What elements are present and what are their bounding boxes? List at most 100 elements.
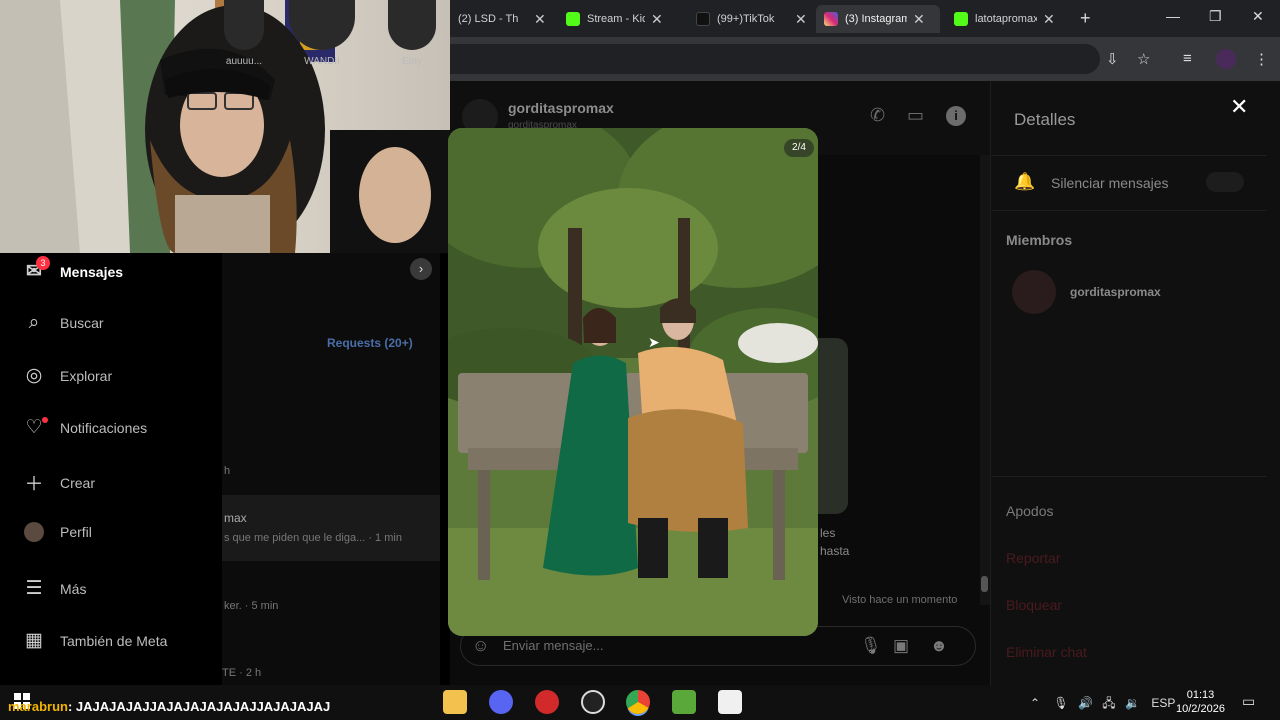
tab-tiktok[interactable]: (99+)TikTok ✕ <box>688 5 815 33</box>
tab-instagram[interactable]: (3) Instagram ✕ <box>816 5 940 33</box>
info-icon[interactable]: i <box>946 106 966 126</box>
profile-avatar-icon[interactable] <box>1216 49 1236 69</box>
message-line: les <box>820 526 836 540</box>
nav-explore[interactable]: ◎ Explorar <box>22 364 112 387</box>
close-icon[interactable]: ✕ <box>1230 94 1248 120</box>
volume-icon[interactable]: 🔉 <box>1125 696 1140 710</box>
network-icon[interactable]: 🖧 <box>1102 696 1115 710</box>
tab-title: (3) Instagram <box>845 13 907 25</box>
close-tab-icon[interactable]: ✕ <box>534 11 546 28</box>
conversation-fragment: h <box>224 465 231 477</box>
chat-title[interactable]: gorditaspromax <box>508 100 614 116</box>
chat-ticker: marabrun: JAJAJAJAJJAJAJAJAJAJAJJAJAJAJA… <box>8 699 330 714</box>
ticker-message: : JAJAJAJAJJAJAJAJAJAJAJJAJAJAJAJ <box>67 699 331 714</box>
tab-title: (2) LSD - Th <box>458 13 519 25</box>
search-icon: ⌕ <box>28 312 40 333</box>
microphone-icon[interactable]: 🎙 <box>860 636 882 656</box>
messages-badge: 3 <box>36 256 50 270</box>
emoji-icon[interactable]: ☺ <box>472 636 489 656</box>
conversation-list <box>222 253 440 685</box>
minecraft-icon[interactable] <box>672 690 696 714</box>
conversation-preview-fragment: ker. · 5 min <box>224 600 279 612</box>
bookmark-star-icon[interactable]: ☆ <box>1137 50 1150 68</box>
nav-notifications[interactable]: ♡ Notificaciones <box>22 416 147 439</box>
chat-scrollbar[interactable] <box>980 155 990 605</box>
mute-messages-label: Silenciar mensajes <box>1051 175 1169 191</box>
tab-lsd[interactable]: (2) LSD - Th ✕ <box>450 5 554 33</box>
address-bar[interactable] <box>450 44 1100 74</box>
sticker-icon[interactable]: ☻ <box>930 636 948 656</box>
clock-date: 10/2/2026 <box>1176 703 1225 715</box>
close-tab-icon[interactable]: ✕ <box>1043 11 1055 28</box>
member-avatar[interactable] <box>1012 270 1056 314</box>
photo-image <box>448 128 818 636</box>
tab-kick-latotapromax[interactable]: latotapromax ✕ <box>946 5 1063 33</box>
seen-status: Visto hace un momento <box>842 594 958 606</box>
scrollbar-thumb[interactable] <box>981 576 988 592</box>
report-button[interactable]: Reportar <box>1006 550 1060 566</box>
nav-search-label: Buscar <box>60 315 104 331</box>
plus-icon: ＋ <box>24 474 44 495</box>
nicknames-button[interactable]: Apodos <box>1006 503 1053 519</box>
story-avatar <box>224 0 264 50</box>
system-tray: ⌃ 🎙 🔊 🖧 🔉 ESP <box>1030 694 1175 715</box>
kebab-menu-icon[interactable]: ⋮ <box>1254 50 1269 68</box>
nav-more[interactable]: ☰ Más <box>22 577 86 600</box>
story-item[interactable]: WANDII <box>288 0 356 67</box>
nav-also-from-meta[interactable]: ▦ También de Meta <box>22 629 167 652</box>
nav-create[interactable]: ＋ Crear <box>22 469 95 496</box>
story-item[interactable]: Emy <box>386 0 438 67</box>
message-input[interactable]: Enviar mensaje... <box>503 638 603 653</box>
restore-icon[interactable]: ❐ <box>1209 8 1222 25</box>
install-app-icon[interactable]: ⇩ <box>1106 50 1119 68</box>
block-button[interactable]: Bloquear <box>1006 597 1062 613</box>
microphone-icon[interactable]: 🎙 <box>1053 696 1068 710</box>
nav-search[interactable]: ⌕ Buscar <box>22 312 104 334</box>
discord-icon[interactable] <box>489 690 513 714</box>
minimize-icon[interactable]: — <box>1166 8 1180 24</box>
close-tab-icon[interactable]: ✕ <box>795 11 807 28</box>
members-heading: Miembros <box>1006 232 1073 248</box>
clock-time: 01:13 <box>1186 689 1215 701</box>
notification-center-icon[interactable]: ▭ <box>1242 693 1255 710</box>
delete-chat-button[interactable]: Eliminar chat <box>1006 644 1087 660</box>
app-icon[interactable] <box>535 690 559 714</box>
conversation-row-selected[interactable] <box>222 495 440 561</box>
clock[interactable]: 01:13 10/2/2026 <box>1176 688 1225 716</box>
new-tab-button[interactable]: + <box>1080 8 1091 29</box>
close-tab-icon[interactable]: ✕ <box>913 11 925 28</box>
capcut-icon[interactable] <box>718 690 742 714</box>
media-control-icon[interactable]: ≡ <box>1183 50 1192 67</box>
tab-kick-stream[interactable]: Stream - Kic ✕ <box>558 5 671 33</box>
chrome-icon[interactable] <box>626 690 650 714</box>
image-upload-icon[interactable]: ▣ <box>893 636 909 656</box>
story-name: WANDII <box>304 56 340 67</box>
story-name: auuuu... <box>225 56 263 67</box>
video-call-icon[interactable]: ▭ <box>907 105 924 126</box>
tab-title: latotapromax <box>975 13 1037 25</box>
chevron-right-icon[interactable]: › <box>410 258 432 280</box>
close-window-icon[interactable]: ✕ <box>1252 8 1264 25</box>
speaker-icon[interactable]: 🔊 <box>1078 696 1093 710</box>
ticker-username: marabrun <box>8 699 68 714</box>
requests-link[interactable]: Requests (20+) <box>327 336 413 350</box>
bell-icon: 🔔 <box>1014 172 1036 191</box>
compass-icon: ◎ <box>25 365 43 386</box>
story-name: Emy <box>402 56 422 67</box>
image-message-thumbnail[interactable] <box>818 338 848 514</box>
obs-icon[interactable] <box>581 690 605 714</box>
member-name[interactable]: gorditaspromax <box>1070 285 1161 299</box>
mute-messages-toggle[interactable] <box>1206 172 1244 192</box>
photo-viewer[interactable] <box>448 128 818 636</box>
story-item[interactable]: auuuu... <box>222 0 266 67</box>
nav-messages-label: Mensajes <box>60 263 124 280</box>
tiktok-icon <box>696 12 710 26</box>
phone-icon[interactable]: ✆ <box>870 105 885 126</box>
close-tab-icon[interactable]: ✕ <box>651 11 663 28</box>
story-avatar <box>289 0 355 50</box>
language-indicator[interactable]: ESP <box>1151 696 1175 710</box>
chevron-up-icon[interactable]: ⌃ <box>1030 696 1040 710</box>
file-explorer-icon[interactable] <box>443 690 467 714</box>
menu-icon: ☰ <box>25 578 43 599</box>
nav-profile[interactable]: Perfil <box>22 521 92 543</box>
